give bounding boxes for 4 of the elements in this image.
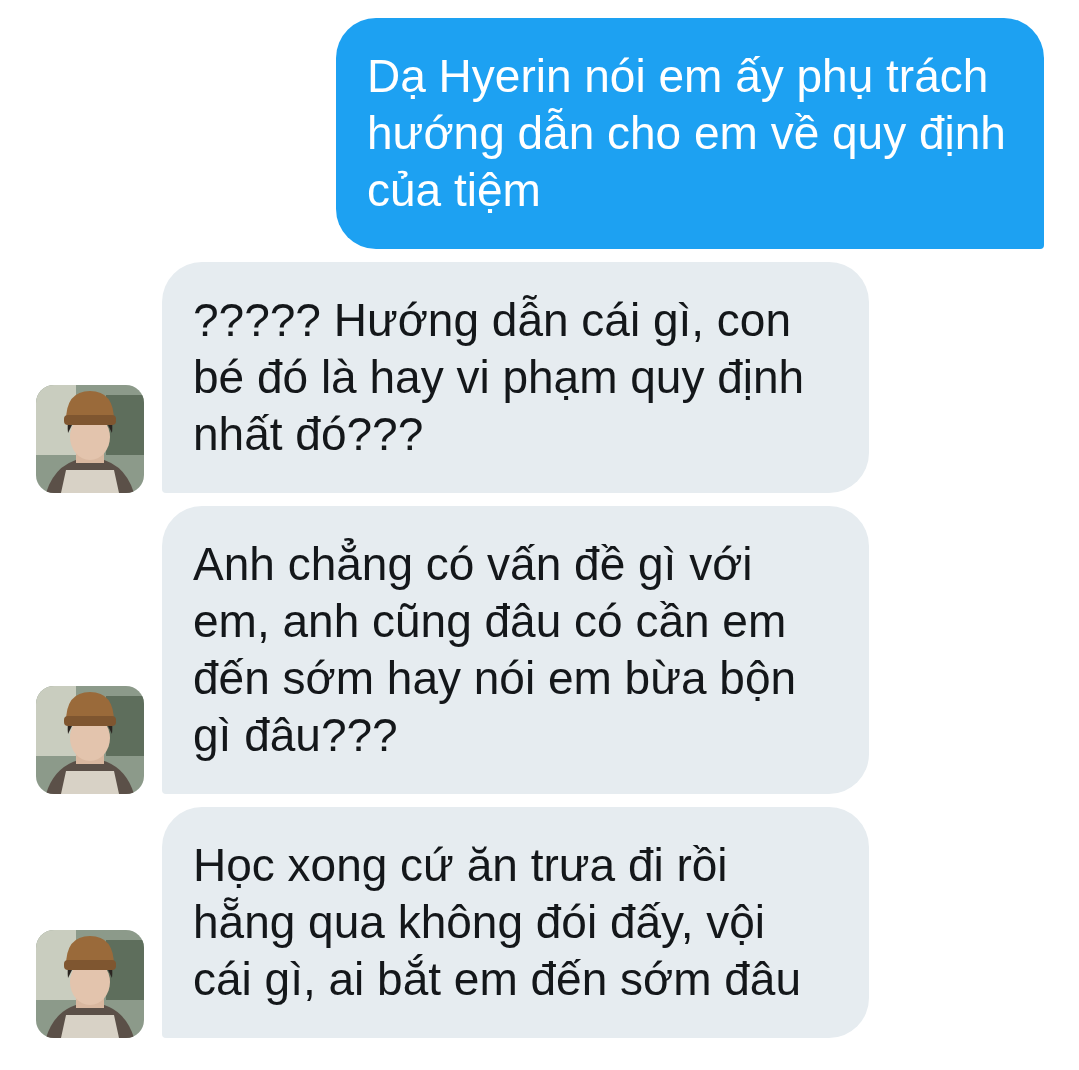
message-bubble: Dạ Hyerin nói em ấy phụ trách hướng dẫn cho em về quy định của tiệm [336,18,1044,249]
message-bubble: ????? Hướng dẫn cái gì, con bé đó là hay vi phạm quy định nhất đó??? [162,262,869,493]
message-bubble: Anh chẳng có vấn đề gì với em, anh cũng đâu có cần em đến sớm hay nói em bừa bộn gì đâu??? [162,506,869,794]
message-bubble: Học xong cứ ăn trưa đi rồi hẵng qua không đói đấy, vội cái gì, ai bắt em đến sớm đâu [162,807,869,1038]
